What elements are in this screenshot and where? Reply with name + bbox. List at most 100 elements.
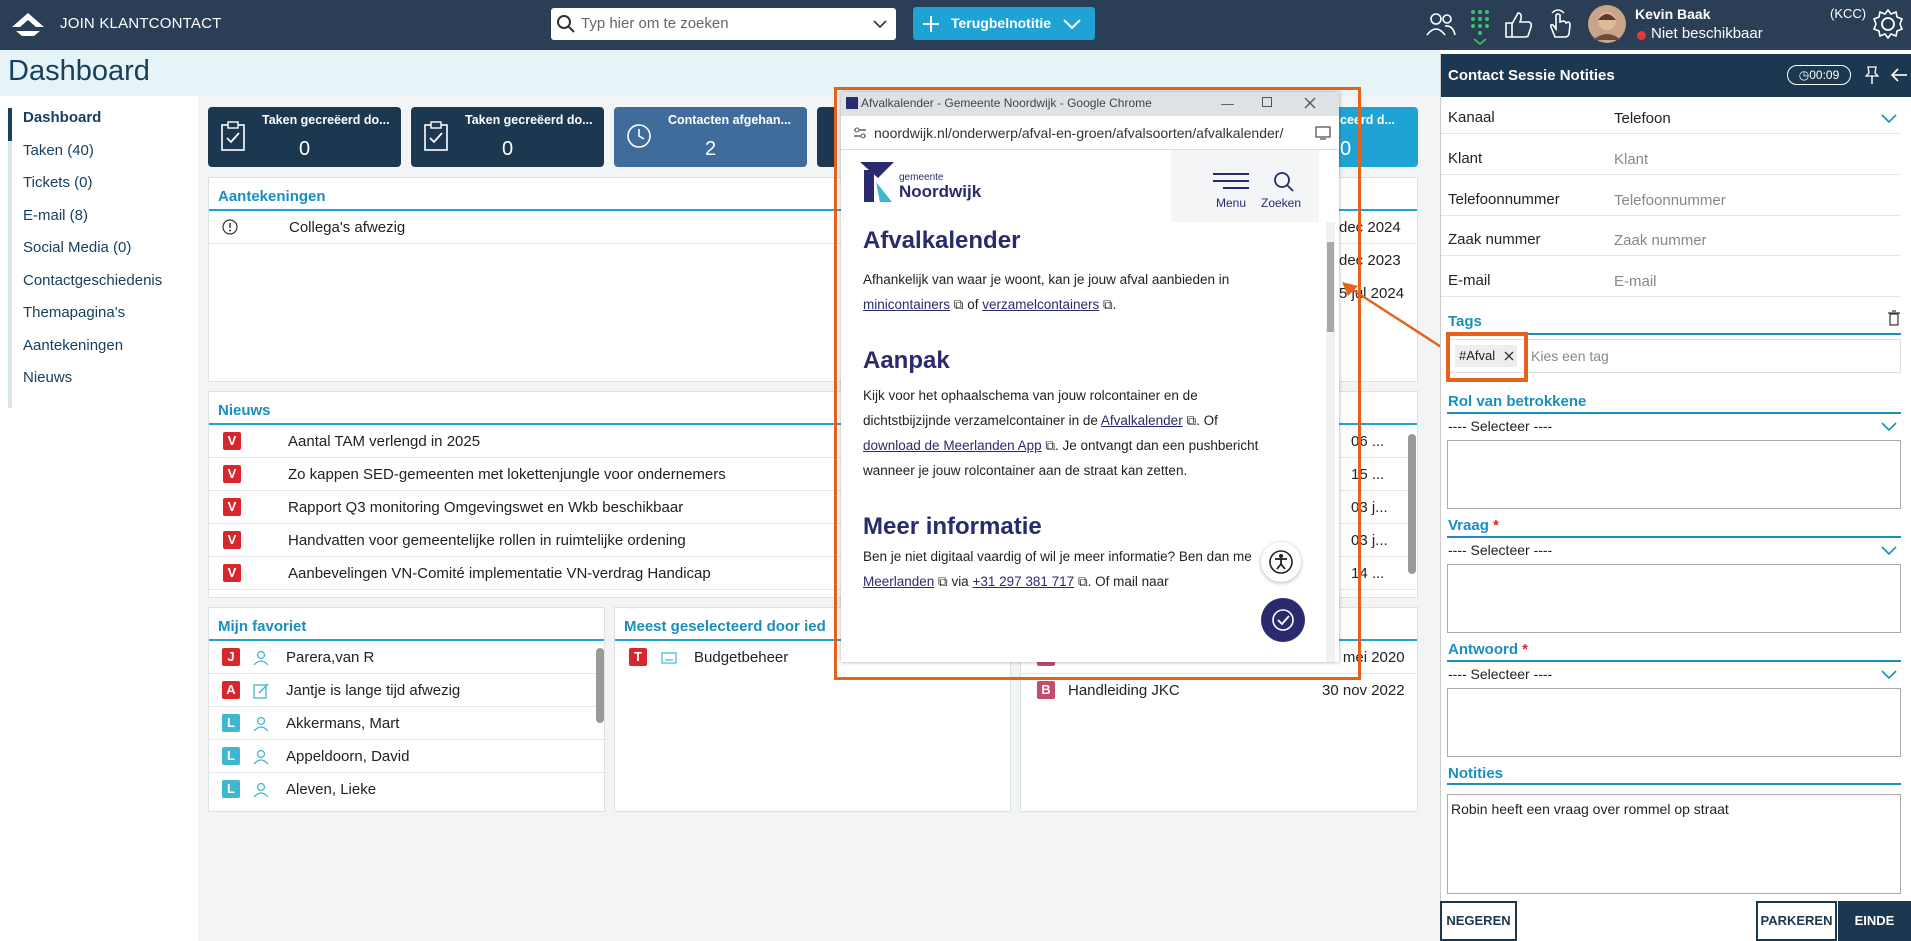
meerlanden-app-link[interactable]: download de Meerlanden App [863, 438, 1042, 453]
v-badge: V [223, 465, 241, 483]
tile-taken-gecreeerd-2[interactable]: Taken gecreëerd do... 0 [411, 107, 604, 167]
search-icon[interactable] [1274, 172, 1294, 192]
search-input[interactable]: Typ hier om te zoeken [551, 8, 896, 40]
scrollbar[interactable] [596, 648, 604, 723]
news-title: Rapport Q3 monitoring Omgevingswet en Wk… [288, 499, 684, 516]
avatar[interactable] [1587, 4, 1627, 44]
vraag-textarea[interactable] [1447, 564, 1901, 633]
zoeken-label[interactable]: Zoeken [1261, 196, 1301, 210]
arrow-left-icon[interactable] [1891, 68, 1907, 82]
chevron-down-icon[interactable] [1881, 114, 1897, 124]
rol-textarea[interactable] [1447, 440, 1901, 509]
favoriet-item[interactable]: A Jantje is lange tijd afwezig [209, 674, 604, 707]
tile-taken-gecreeerd[interactable]: Taken gecreëerd do... 0 [208, 107, 401, 167]
einde-button[interactable]: EINDE [1838, 901, 1911, 941]
address-bar[interactable]: noordwijk.nl/onderwerp/afval-en-groen/af… [841, 116, 1339, 150]
field-email[interactable]: E-mail E-mail [1441, 263, 1901, 297]
tag-placeholder[interactable]: Kies een tag [1531, 348, 1609, 364]
dialpad-icon[interactable] [1468, 6, 1492, 46]
url-text[interactable]: noordwijk.nl/onderwerp/afval-en-groen/af… [874, 125, 1283, 141]
favoriet-badge: L [222, 747, 240, 765]
nav-item-dashboard[interactable]: Dashboard [8, 108, 188, 141]
chat-assistant-button[interactable] [1261, 598, 1305, 642]
rol-select[interactable]: ---- Selecteer ---- [1448, 418, 1552, 434]
pin-icon[interactable] [1865, 66, 1879, 84]
accessibility-button[interactable] [1261, 542, 1301, 582]
favoriet-text: Aleven, Lieke [286, 781, 377, 798]
minicontainers-link[interactable]: minicontainers [863, 297, 950, 312]
chevron-down-icon[interactable] [1881, 670, 1897, 680]
zaaknummer-input[interactable]: Zaak nummer [1614, 232, 1707, 249]
nav-item-themapaginas[interactable]: Themapagina's [8, 303, 188, 336]
nav-item-tickets[interactable]: Tickets (0) [8, 173, 188, 206]
chevron-down-icon[interactable] [1063, 18, 1081, 30]
vraag-select[interactable]: ---- Selecteer ---- [1448, 542, 1552, 558]
nav-item-social-media[interactable]: Social Media (0) [8, 238, 188, 271]
favoriet-badge: J [222, 648, 240, 666]
nav-item-nieuws[interactable]: Nieuws [8, 368, 188, 401]
parkeren-button[interactable]: PARKEREN [1756, 901, 1837, 941]
menu-icon[interactable] [1213, 172, 1249, 190]
chevron-down-icon[interactable] [1881, 546, 1897, 556]
field-zaaknummer[interactable]: Zaak nummer Zaak nummer [1441, 222, 1901, 256]
klant-input[interactable]: Klant [1614, 151, 1648, 168]
favoriet-item[interactable]: L Aleven, Lieke [209, 773, 604, 806]
phone-link[interactable]: +31 297 381 717 [972, 574, 1074, 589]
join-logo-icon[interactable] [8, 9, 48, 39]
chevron-down-icon[interactable] [873, 19, 887, 29]
trash-icon[interactable] [1888, 310, 1900, 326]
antwoord-select[interactable]: ---- Selecteer ---- [1448, 666, 1552, 682]
tag-chip[interactable]: #Afval [1455, 345, 1517, 367]
field-label: Kanaal [1448, 109, 1495, 126]
tile-contacten-afgehandeld[interactable]: Contacten afgehan... 2 [614, 107, 807, 167]
search-icon [557, 15, 575, 33]
field-telefoonnummer[interactable]: Telefoonnummer Telefoonnummer [1441, 182, 1901, 216]
verzamelcontainers-link[interactable]: verzamelcontainers [982, 297, 1099, 312]
minimize-icon[interactable]: — [1221, 96, 1234, 111]
gear-icon[interactable] [1872, 8, 1904, 40]
telefoonnummer-input[interactable]: Telefoonnummer [1614, 192, 1726, 209]
email-input[interactable]: E-mail [1614, 273, 1657, 290]
close-icon[interactable] [1504, 351, 1514, 361]
browser-popup[interactable]: Afvalkalender - Gemeente Noordwijk - Goo… [841, 92, 1339, 662]
favoriet-item[interactable]: L Appeldoorn, David [209, 740, 604, 773]
meerlanden-link[interactable]: Meerlanden [863, 574, 934, 589]
nav-item-contactgeschiedenis[interactable]: Contactgeschiedenis [8, 271, 188, 304]
panel-title: Contact Sessie Notities [1448, 67, 1615, 84]
site-settings-icon[interactable] [853, 126, 867, 140]
kennis-badge: B [1037, 681, 1055, 699]
antwoord-label: Antwoord [1448, 641, 1518, 658]
nav-item-email[interactable]: E-mail (8) [8, 206, 188, 239]
field-kanaal[interactable]: Kanaal Telefoon [1441, 100, 1901, 134]
nav-item-taken[interactable]: Taken (40) [8, 141, 188, 174]
antwoord-textarea[interactable] [1447, 688, 1901, 757]
scrollbar-thumb[interactable] [1327, 242, 1334, 332]
thumbs-up-icon[interactable] [1503, 9, 1533, 39]
user-status[interactable]: Niet beschikbaar [1651, 25, 1763, 42]
nav-item-aantekeningen[interactable]: Aantekeningen [8, 336, 188, 369]
install-app-icon[interactable] [1315, 125, 1331, 141]
text: Afhankelijk van waar je woont, kan je jo… [863, 272, 1230, 287]
scrollbar-track[interactable] [1326, 222, 1335, 662]
noordwijk-logo-icon[interactable] [858, 160, 896, 204]
browser-titlebar[interactable]: Afvalkalender - Gemeente Noordwijk - Goo… [841, 92, 1339, 116]
chevron-down-icon[interactable] [1881, 422, 1897, 432]
text: . Je ontvangt dan een pushbericht [1055, 438, 1259, 453]
v-badge: V [223, 498, 241, 516]
users-icon[interactable] [1425, 11, 1457, 37]
kanaal-select[interactable]: Telefoon [1614, 110, 1671, 127]
afvalkalender-link[interactable]: Afvalkalender [1101, 413, 1183, 428]
tags-input[interactable]: #Afval Kies een tag [1446, 332, 1901, 382]
scrollbar[interactable] [1408, 434, 1416, 574]
terugbelnotitie-button[interactable]: Terugbelnotitie [913, 7, 1095, 40]
favoriet-item[interactable]: L Akkermans, Mart [209, 707, 604, 740]
menu-label[interactable]: Menu [1216, 196, 1246, 210]
close-icon[interactable] [1304, 97, 1316, 109]
favoriet-item[interactable]: J Parera,van R [209, 641, 604, 674]
notities-textarea[interactable]: Robin heeft een vraag over rommel op str… [1447, 794, 1901, 894]
negeren-button[interactable]: NEGEREN [1440, 901, 1517, 941]
text: . [1112, 297, 1117, 312]
maximize-icon[interactable] [1262, 97, 1272, 107]
hand-pointer-icon[interactable] [1545, 7, 1573, 39]
field-klant[interactable]: Klant Klant [1441, 141, 1901, 175]
